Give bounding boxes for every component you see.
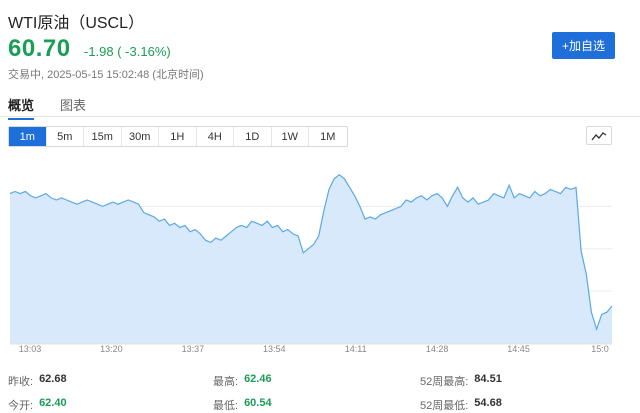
trading-status: 交易中, 2025-05-15 15:02:48 (北京时间) — [8, 69, 204, 81]
period-1d[interactable]: 1D — [234, 127, 272, 146]
price-area — [10, 174, 612, 344]
x-tick-label: 13:03 — [19, 344, 42, 354]
stat-open: 今开: 62.40 — [8, 397, 67, 412]
x-tick-label: 14:28 — [426, 344, 449, 354]
period-selector: 1m 5m 15m 30m 1H 4H 1D 1W 1M — [8, 126, 348, 147]
x-tick-label: 15:0 — [591, 344, 609, 354]
x-tick-label: 13:37 — [182, 344, 205, 354]
stat-52w-high: 52周最高: 84.51 — [420, 373, 502, 388]
price-change: -1.98 ( -3.16%) — [84, 44, 171, 59]
period-1h[interactable]: 1H — [159, 127, 197, 146]
stat-prev-close: 昨收: 62.68 — [8, 373, 67, 388]
chart-type-button[interactable] — [586, 126, 612, 145]
x-tick-label: 14:11 — [345, 344, 367, 354]
period-1m[interactable]: 1m — [9, 127, 47, 146]
period-15m[interactable]: 15m — [84, 127, 122, 146]
stat-high: 最高: 62.46 — [213, 373, 272, 388]
price-chart[interactable]: 61.2061.0060.8060.6013:0313:2013:3713:54… — [0, 150, 640, 370]
line-chart-icon — [591, 131, 607, 140]
period-1w[interactable]: 1W — [272, 127, 309, 146]
period-5m[interactable]: 5m — [47, 127, 84, 146]
x-tick-label: 14:45 — [507, 344, 530, 354]
x-tick-label: 13:54 — [263, 344, 286, 354]
instrument-title: WTI原油（USCL） — [8, 15, 145, 32]
period-1mo[interactable]: 1M — [309, 127, 347, 146]
x-tick-label: 13:20 — [100, 344, 123, 354]
period-4h[interactable]: 4H — [197, 127, 234, 146]
tab-divider — [0, 116, 640, 117]
period-30m[interactable]: 30m — [122, 127, 159, 146]
stat-low: 最低: 60.54 — [213, 397, 272, 412]
add-watchlist-button[interactable]: +加自选 — [552, 32, 615, 59]
current-price: 60.70 — [8, 35, 71, 62]
stat-52w-low: 52周最低: 54.68 — [420, 397, 502, 412]
